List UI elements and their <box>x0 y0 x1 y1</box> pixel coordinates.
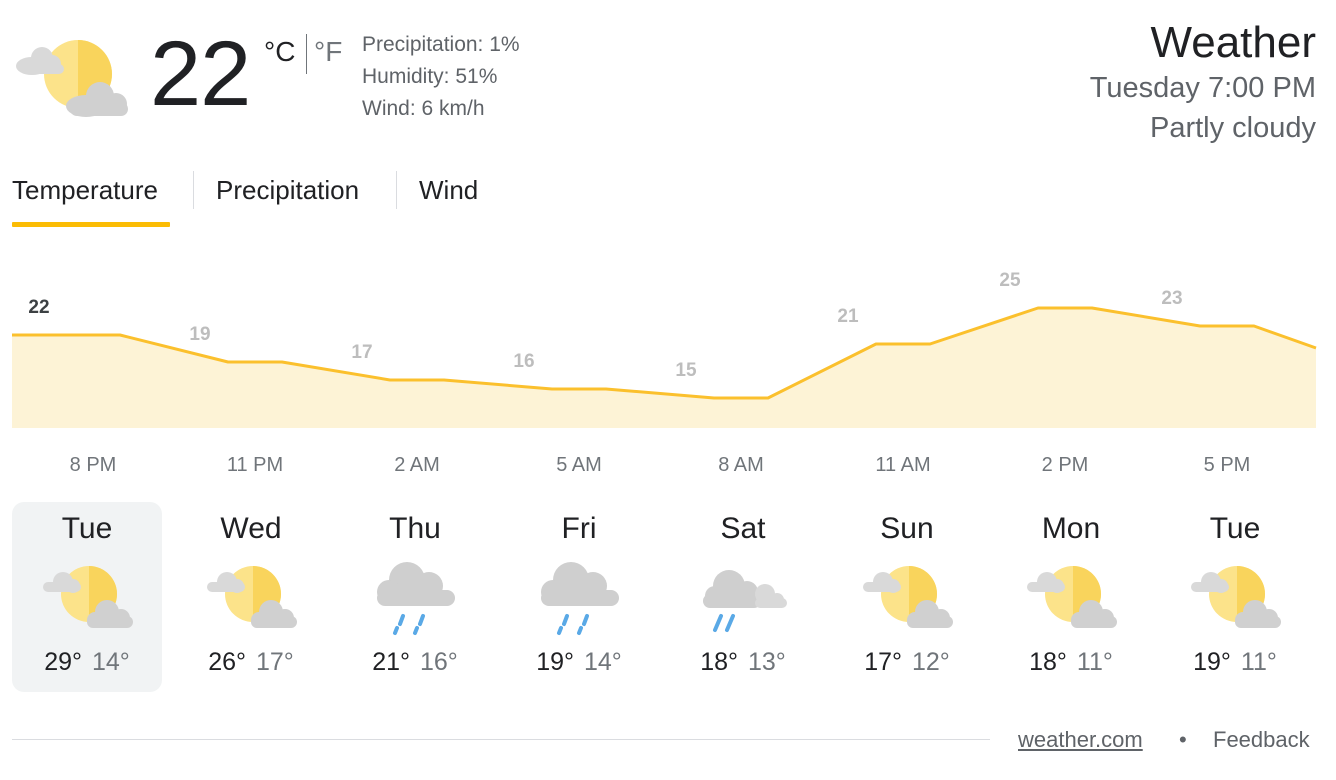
unit-fahrenheit-toggle[interactable]: °F <box>314 36 342 68</box>
rain-icon <box>377 562 455 635</box>
day-high: 19° <box>536 648 574 676</box>
footer-divider <box>12 739 990 740</box>
precipitation-stat: Precipitation: 1% <box>362 33 520 56</box>
day-high: 21° <box>372 648 410 676</box>
day-name: Thu <box>389 512 441 545</box>
active-tab-indicator <box>12 222 170 227</box>
temperature-point-label: 16 <box>513 351 534 372</box>
tab-temperature[interactable]: Temperature <box>12 175 158 206</box>
day-name: Tue <box>1209 512 1261 545</box>
day-high: 26° <box>208 648 246 676</box>
day-card-thu[interactable]: Thu 21° 16° <box>340 502 490 692</box>
day-high: 19° <box>1193 648 1231 676</box>
tab-divider <box>396 171 397 209</box>
tab-divider <box>193 171 194 209</box>
temperature-point-label: 17 <box>351 342 372 363</box>
partly-cloudy-icon <box>16 40 128 117</box>
day-high: 18° <box>1029 648 1067 676</box>
day-low: 11° <box>1076 648 1113 676</box>
day-low: 16° <box>420 648 458 676</box>
tab-precipitation[interactable]: Precipitation <box>216 175 359 206</box>
day-low: 13° <box>748 648 786 676</box>
hour-label: 11 PM <box>226 454 284 476</box>
humidity-stat: Humidity: 51% <box>362 65 498 88</box>
day-card-fri[interactable]: Fri 19° 14° <box>504 502 654 692</box>
day-card-tue[interactable]: Tue 29° 14° <box>12 502 162 692</box>
unit-celsius-toggle[interactable]: °C <box>264 36 295 68</box>
day-name: Sat <box>720 512 766 545</box>
current-temperature: 22 <box>150 23 251 125</box>
day-high: 18° <box>700 648 738 676</box>
partly-cloudy-icon <box>1027 566 1117 628</box>
day-low: 17° <box>256 648 294 676</box>
temperature-point-label: 15 <box>675 360 697 381</box>
temperature-point-label: 21 <box>837 306 859 327</box>
day-card-sat[interactable]: Sat 18° 13° <box>668 502 818 692</box>
hour-label: 2 PM <box>1041 454 1089 476</box>
day-card-wed[interactable]: Wed 26° 17° <box>176 502 326 692</box>
scattered-showers-icon <box>703 570 787 632</box>
weather-condition: Partly cloudy <box>1149 112 1316 144</box>
day-low: 14° <box>584 648 622 676</box>
day-low: 12° <box>912 648 950 676</box>
day-low: 11° <box>1240 648 1277 676</box>
rain-icon <box>541 562 619 635</box>
day-name: Wed <box>220 512 282 545</box>
temperature-point-label: 23 <box>1161 288 1182 309</box>
temperature-point-label: 19 <box>189 324 210 345</box>
day-high: 29° <box>44 648 82 676</box>
unit-separator <box>306 34 307 74</box>
feedback-link[interactable]: Feedback <box>1213 727 1310 753</box>
hour-label: 2 AM <box>394 454 440 476</box>
partly-cloudy-icon <box>863 566 953 628</box>
day-name: Mon <box>1041 512 1101 545</box>
day-card-sun[interactable]: Sun 17° 12° <box>832 502 982 692</box>
day-name: Tue <box>61 512 113 545</box>
wind-stat: Wind: 6 km/h <box>362 97 485 120</box>
day-name: Sun <box>880 512 934 545</box>
footer-separator: • <box>1179 727 1187 752</box>
hour-label: 8 PM <box>69 454 117 476</box>
temperature-chart[interactable]: 22 19 17 16 15 21 25 23 <box>0 240 1336 440</box>
hour-label: 8 AM <box>718 454 764 476</box>
partly-cloudy-icon <box>43 566 133 628</box>
day-card-mon[interactable]: Mon 18° 11° <box>996 502 1146 692</box>
weather-datetime: Tuesday 7:00 PM <box>1089 72 1316 104</box>
day-card-tue-next[interactable]: Tue 19° 11° <box>1160 502 1310 692</box>
partly-cloudy-icon <box>207 566 297 628</box>
day-low: 14° <box>92 648 130 676</box>
partly-cloudy-icon <box>1191 566 1281 628</box>
weather-title: Weather <box>1150 18 1317 67</box>
day-name: Fri <box>561 512 597 545</box>
hour-label: 5 AM <box>556 454 602 476</box>
temperature-point-label: 25 <box>999 270 1021 291</box>
source-link[interactable]: weather.com <box>1018 727 1143 753</box>
hour-label: 11 AM <box>875 454 931 476</box>
day-high: 17° <box>864 648 902 676</box>
hour-label: 5 PM <box>1203 454 1251 476</box>
temperature-point-label: 22 <box>28 297 49 318</box>
tab-wind[interactable]: Wind <box>419 175 478 206</box>
